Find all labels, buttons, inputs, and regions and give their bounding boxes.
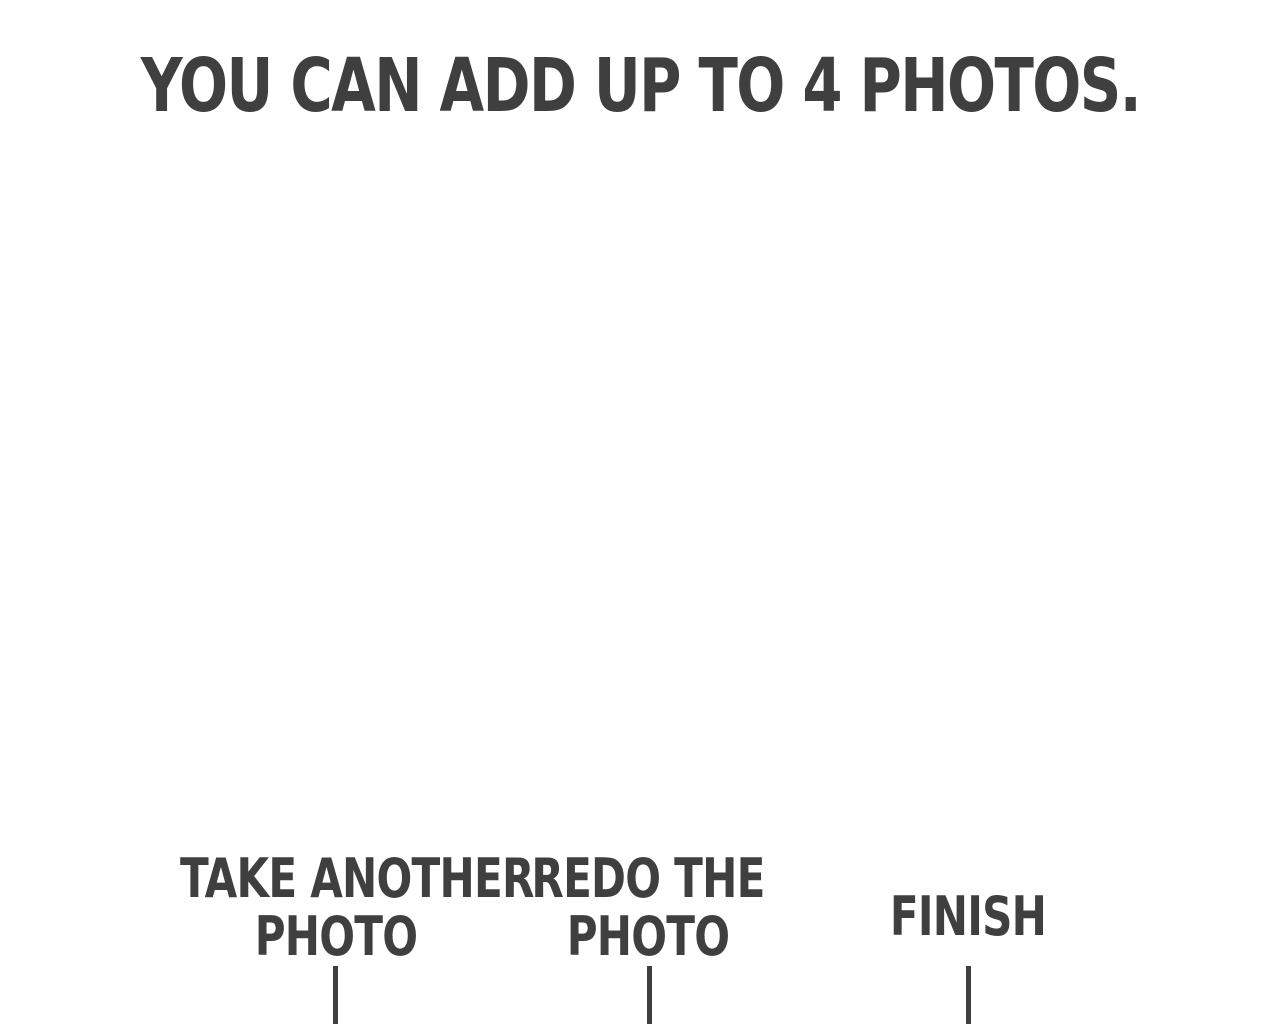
redo-photo-label: REDO THE PHOTO (531, 850, 765, 966)
page-heading: YOU CAN ADD UP TO 4 PHOTOS. (140, 43, 1142, 129)
finish-label: FINISH (889, 885, 1047, 948)
redo-photo-pointer (647, 966, 652, 1024)
take-another-photo-label-line1: TAKE ANOTHER (180, 847, 534, 910)
finish-button[interactable]: FINISH (818, 850, 1118, 1024)
redo-photo-label-line2: PHOTO (566, 905, 730, 968)
take-another-photo-label-line2: PHOTO (254, 905, 418, 968)
take-another-photo-pointer (333, 966, 338, 1024)
redo-photo-button[interactable]: REDO THE PHOTO (498, 850, 798, 1024)
take-another-photo-label: TAKE ANOTHER PHOTO (180, 847, 534, 968)
redo-photo-label-line1: REDO THE (531, 847, 765, 910)
finish-pointer (966, 966, 971, 1024)
take-another-photo-button[interactable]: TAKE ANOTHER PHOTO (136, 850, 536, 1024)
